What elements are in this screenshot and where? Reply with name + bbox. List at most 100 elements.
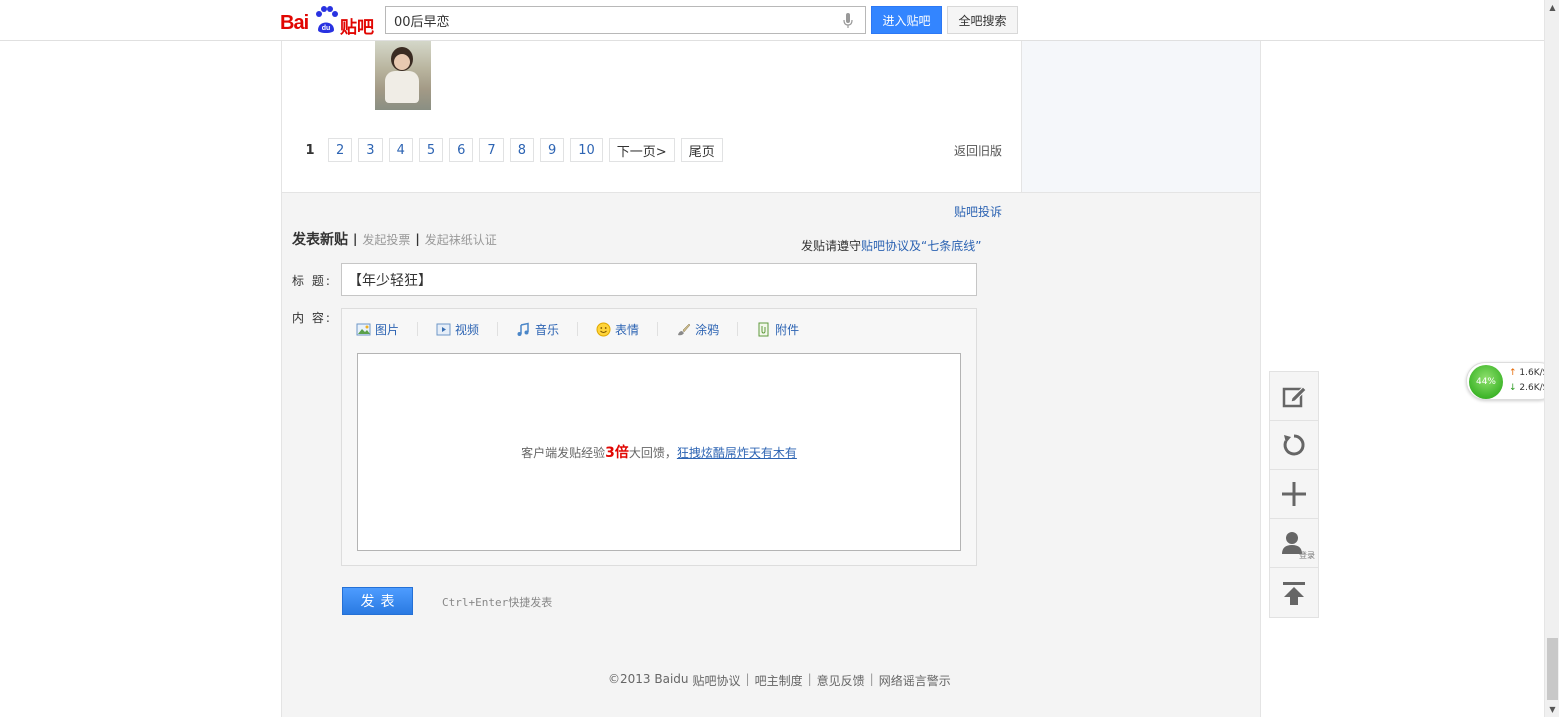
net-speed-upload: ↑ 1.6K/S [1509,368,1548,378]
editor-box: 图片 视频 音乐 表情 涂鸦 附件 客户端发贴经验 3倍 大回馈， 狂拽炫酷屌炸… [341,308,977,566]
right-column [1022,41,1260,192]
net-speed-download: ↓ 2.6K/S [1509,383,1548,393]
footer-copyright: ©2013 Baidu [608,672,689,686]
side-refresh-button[interactable] [1270,421,1318,470]
toolbar-attachment-button[interactable]: 附件 [756,322,817,337]
pagination-current: 1 [305,142,315,158]
tab-new-post[interactable]: 发表新贴 [292,229,348,249]
pagination-page-3[interactable]: 3 [358,138,383,162]
logo-du-text: du [322,25,331,32]
footer-separator: | [745,672,750,686]
smiley-icon [596,322,611,336]
toolbar-music-label: 音乐 [535,322,560,337]
top-bar: Bai du 贴吧 进入贴吧 全吧搜索 [0,0,1544,41]
thumb-face [394,54,410,70]
plus-icon [1282,482,1306,506]
refresh-icon [1283,434,1305,456]
scroll-up-arrow-icon[interactable]: ▲ [1548,3,1557,12]
title-input[interactable] [341,263,977,296]
thumb-body [385,71,419,103]
download-arrow-icon: ↓ [1509,383,1517,393]
net-speed-percent: 44% [1469,365,1503,399]
baidu-tieba-logo[interactable]: Bai du 贴吧 [280,6,376,38]
toolbar-doodle-label: 涂鸦 [695,322,720,337]
tab-start-vote[interactable]: 发起投票 [362,231,410,248]
side-back-to-top-button[interactable] [1270,568,1318,617]
search-box [385,6,866,34]
vertical-scrollbar[interactable]: ▲ ▼ [1544,0,1559,717]
enter-tieba-button[interactable]: 进入贴吧 [871,6,942,34]
attachment-icon [758,322,769,336]
toolbar-picture-label: 图片 [375,322,400,337]
title-label: 标 题: [292,274,332,288]
shortcut-hint: Ctrl+Enter快捷发表 [442,596,553,609]
toolbar-music-button[interactable]: 音乐 [516,322,579,337]
promo-suffix: 大回馈， [628,445,677,460]
footer-link-admin-rules[interactable]: 吧主制度 [755,672,803,689]
post-thumbnail-image[interactable] [375,41,431,110]
tab-start-verify[interactable]: 发起袜纸认证 [425,231,497,248]
toolbar-attachment-label: 附件 [775,322,800,337]
pagination-last[interactable]: 尾页 [680,138,723,162]
footer-link-rumor-warning[interactable]: 网络谣言警示 [879,672,951,689]
microphone-icon[interactable] [843,13,853,29]
all-search-button[interactable]: 全吧搜索 [947,6,1018,34]
pagination: 1 2 3 4 5 6 7 8 9 10 下一页> 尾页 [298,138,723,162]
side-user-caption: 登录 [1299,551,1315,560]
tieba-complain-link[interactable]: 贴吧投诉 [954,203,1002,220]
post-type-tabs: 发表新贴 | 发起投票 | 发起袜纸认证 [292,229,497,249]
footer-separator: | [869,672,874,686]
pagination-page-6[interactable]: 6 [449,138,474,162]
side-add-button[interactable] [1270,470,1318,519]
toolbar-emoji-label: 表情 [615,322,640,337]
rules-link[interactable]: 贴吧协议及“七条底线” [861,239,981,253]
side-edit-button[interactable] [1270,372,1318,421]
pagination-page-2[interactable]: 2 [328,138,353,162]
content-label: 内 容: [292,311,332,325]
edit-icon [1282,386,1307,408]
pagination-page-4[interactable]: 4 [388,138,413,162]
upload-arrow-icon: ↑ [1509,368,1517,378]
paw-logo-icon: du [316,6,338,33]
submit-post-button[interactable]: 发表 [342,587,413,615]
tab-separator: | [415,232,420,246]
pagination-page-5[interactable]: 5 [418,138,444,162]
pagination-next[interactable]: 下一页> [608,138,675,162]
music-icon [517,322,529,336]
toolbar-doodle-button[interactable]: 涂鸦 [676,322,739,337]
scrollbar-thumb[interactable] [1547,638,1558,700]
toolbar-video-button[interactable]: 视频 [436,322,499,337]
footer-link-agreement[interactable]: 贴吧协议 [693,672,741,689]
brush-icon [678,323,691,335]
scroll-down-arrow-icon[interactable]: ▼ [1548,705,1557,714]
toolbar-emoji-button[interactable]: 表情 [596,322,659,337]
back-old-version-link[interactable]: 返回旧版 [954,142,1002,159]
pagination-page-8[interactable]: 8 [509,138,534,162]
post-editor-area: 贴吧投诉 发表新贴 | 发起投票 | 发起袜纸认证 发贴请遵守贴吧协议及“七条底… [282,192,1260,717]
side-user-button[interactable]: 登录 [1270,519,1318,568]
back-to-top-icon [1283,581,1305,605]
picture-icon [356,323,371,335]
pagination-page-7[interactable]: 7 [479,138,504,162]
search-input[interactable] [386,7,826,33]
rules-prefix: 发贴请遵守 [801,239,862,253]
footer-separator: | [807,672,812,686]
logo-tieba-text: 贴吧 [340,18,374,38]
footer: ©2013 Baidu 贴吧协议 | 吧主制度 | 意见反馈 | 网络谣言警示 [608,672,951,689]
content-textarea[interactable]: 客户端发贴经验 3倍 大回馈， 狂拽炫酷屌炸天有木有 [357,353,961,551]
toolbar-video-label: 视频 [455,322,480,337]
pagination-page-10[interactable]: 10 [570,138,603,162]
promo-highlight: 3倍 [605,445,629,461]
toolbar-picture-button[interactable]: 图片 [356,322,419,337]
promo-link[interactable]: 狂拽炫酷屌炸天有木有 [677,444,797,461]
thread-list-bottom: 1 2 3 4 5 6 7 8 9 10 下一页> 尾页 返回旧版 [282,41,1022,192]
posting-rules: 发贴请遵守贴吧协议及“七条底线” [801,237,981,254]
logo-bai-text: Bai [280,12,309,34]
side-toolbar: 登录 [1269,371,1319,618]
tab-separator: | [353,232,358,246]
video-icon [436,323,451,335]
footer-link-feedback[interactable]: 意见反馈 [817,672,865,689]
promo-prefix: 客户端发贴经验 [521,445,606,460]
main-content: 1 2 3 4 5 6 7 8 9 10 下一页> 尾页 返回旧版 贴吧投诉 发… [281,41,1261,717]
pagination-page-9[interactable]: 9 [539,138,565,162]
